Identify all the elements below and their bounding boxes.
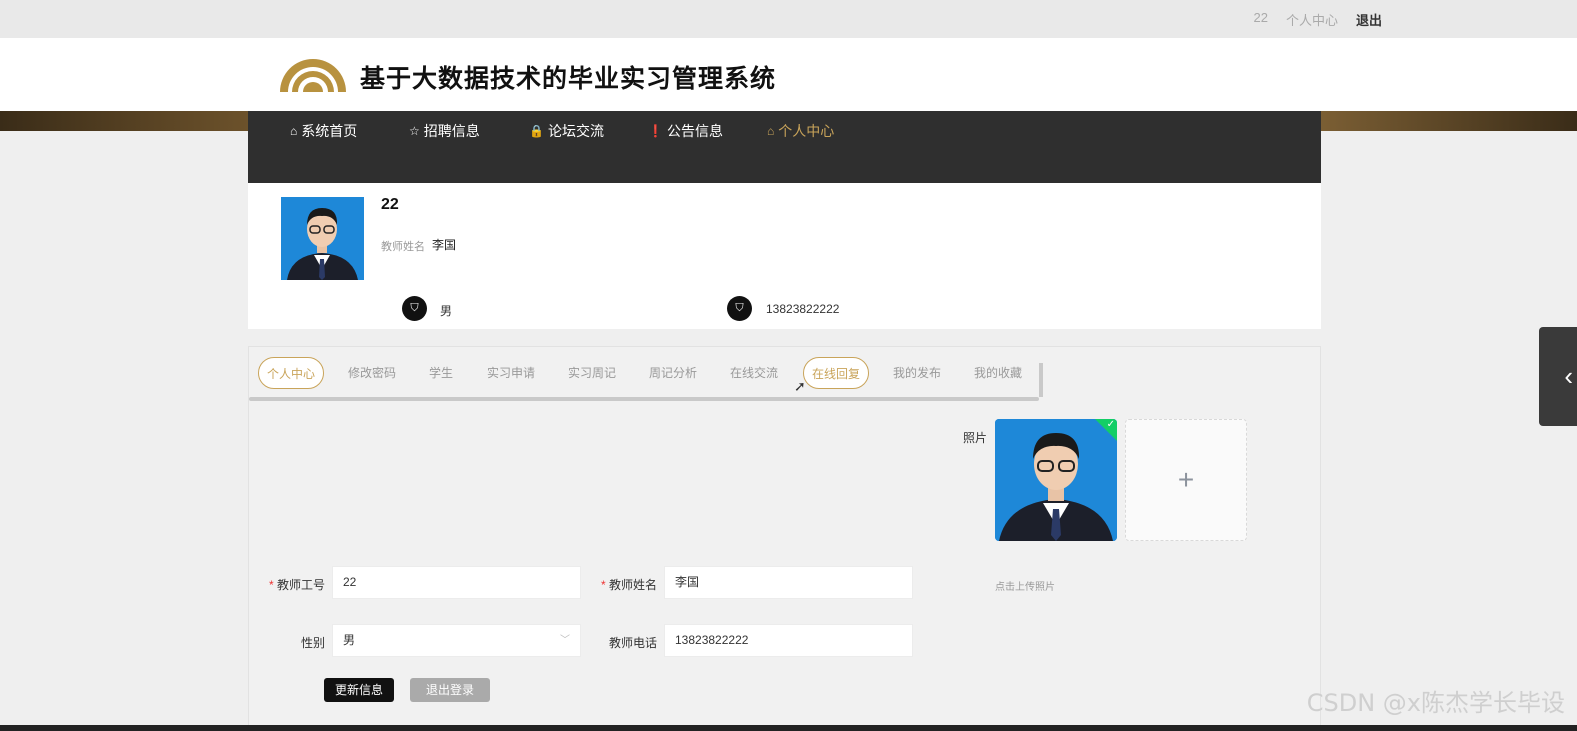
tab-online-chat[interactable]: 在线交流	[722, 357, 786, 389]
home-icon: ⌂	[767, 124, 775, 138]
gender-select-value: 男	[343, 633, 356, 647]
site-header: 基于大数据技术的毕业实习管理系统	[0, 38, 1577, 111]
tab-online-reply[interactable]: 在线回复	[803, 357, 870, 389]
tab-students[interactable]: 学生	[421, 357, 461, 389]
site-title: 基于大数据技术的毕业实习管理系统	[360, 64, 777, 93]
nav-item-label: 个人中心	[778, 123, 835, 139]
gender-label: 性别	[300, 636, 325, 650]
person-portrait-icon	[281, 197, 364, 280]
top-username[interactable]: 22	[1254, 10, 1268, 29]
teacher-phone-input[interactable]: 13823822222	[664, 624, 913, 657]
bottom-edge	[0, 725, 1577, 731]
teacher-name-input[interactable]: 李国	[664, 566, 913, 599]
teacher-id-input[interactable]: 22	[332, 566, 581, 599]
site-logo	[280, 59, 346, 92]
tabs-scrollbar[interactable]	[249, 397, 1039, 401]
chevron-down-icon: ﹀	[560, 635, 570, 646]
phone-shield-icon: ⛉	[727, 296, 752, 321]
alert-icon: ❗	[648, 124, 663, 138]
required-mark: *	[268, 578, 274, 592]
nav-item-label: 公告信息	[666, 123, 723, 139]
lock-icon: 🔒	[529, 124, 544, 138]
photo-label: 照片	[962, 431, 987, 445]
upload-hint: 点击上传照片	[995, 582, 1055, 593]
teacher-id-label: * 教师工号	[259, 576, 325, 593]
tab-personal-center[interactable]: 个人中心	[258, 357, 325, 389]
tab-journal-analysis[interactable]: 周记分析	[641, 357, 705, 389]
nav-item-personal-center[interactable]: ⌂ 个人中心	[767, 121, 834, 141]
profile-id: 22	[381, 196, 399, 213]
teacher-name-label-text: 教师姓名	[608, 578, 657, 592]
teacher-id-label-text: 教师工号	[276, 578, 325, 592]
nav-item-forum[interactable]: 🔒 论坛交流	[529, 121, 604, 141]
logout-button[interactable]: 退出登录	[410, 678, 490, 702]
plus-icon: +	[1177, 464, 1195, 495]
photo-upload-button[interactable]: +	[1125, 419, 1247, 541]
top-bar: 22 个人中心 退出	[0, 0, 1577, 38]
home-icon: ⌂	[290, 124, 298, 138]
nav-item-label: 论坛交流	[547, 123, 604, 139]
nav-item-label: 招聘信息	[423, 123, 480, 139]
profile-name-label: 教师姓名	[381, 241, 425, 253]
nav-item-jobs[interactable]: ☆ 招聘信息	[409, 121, 480, 141]
profile-gender: 男	[440, 304, 453, 318]
update-info-button[interactable]: 更新信息	[324, 678, 394, 702]
nav-item-notices[interactable]: ❗ 公告信息	[648, 121, 723, 141]
content-panel: 个人中心 修改密码 学生 实习申请 实习周记 周记分析 在线交流 在线回复 我的…	[248, 346, 1321, 731]
top-logout-link[interactable]: 退出	[1356, 10, 1382, 29]
tab-change-password[interactable]: 修改密码	[340, 357, 404, 389]
nav-item-home[interactable]: ⌂ 系统首页	[290, 121, 357, 141]
top-personal-center-link[interactable]: 个人中心	[1286, 10, 1338, 29]
profile-card: 22 教师姓名 李国 ⛉ 男 ⛉ 13823822222	[248, 183, 1321, 329]
nav-item-label: 系统首页	[301, 123, 358, 139]
profile-name: 李国	[432, 238, 457, 252]
teacher-phone-label: 教师电话	[608, 636, 657, 650]
gender-select[interactable]: 男 ﹀	[332, 624, 581, 657]
tabs-scroll-end	[1039, 363, 1043, 397]
check-icon: ✓	[1106, 419, 1115, 430]
tab-weekly-journal[interactable]: 实习周记	[560, 357, 624, 389]
main-nav: ⌂ 系统首页 ☆ 招聘信息 🔒 论坛交流 ❗ 公告信息 ⌂ 个人中心	[248, 111, 1321, 183]
tab-my-favorites[interactable]: 我的收藏	[966, 357, 1030, 389]
watermark: CSDN @x陈杰学长毕设	[1306, 689, 1565, 717]
side-panel-toggle[interactable]: ‹	[1539, 327, 1577, 426]
required-mark: *	[600, 578, 606, 592]
gender-shield-icon: ⛉	[402, 296, 427, 321]
center-tabs: 个人中心 修改密码 学生 实习申请 实习周记 周记分析 在线交流 在线回复 我的…	[249, 355, 1043, 401]
photo-thumbnail[interactable]: ✓	[995, 419, 1117, 541]
tab-internship-application[interactable]: 实习申请	[479, 357, 543, 389]
tab-my-posts[interactable]: 我的发布	[885, 357, 949, 389]
star-icon: ☆	[409, 124, 420, 138]
mouse-cursor-icon: ➚	[794, 378, 806, 394]
top-links: 22 个人中心 退出	[1254, 10, 1383, 29]
profile-phone: 13823822222	[766, 302, 840, 316]
teacher-name-label: * 教师姓名	[591, 576, 657, 593]
chevron-left-icon: ‹	[1564, 361, 1573, 391]
avatar	[281, 197, 364, 280]
